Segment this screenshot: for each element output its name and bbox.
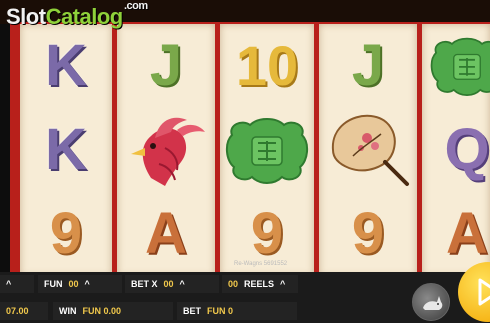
balance-cell: ^ <box>0 275 34 293</box>
fun-value: 00 <box>68 279 79 289</box>
bet-label: BET <box>183 306 201 316</box>
bet-value: FUN 0 <box>207 306 234 316</box>
rabbit-icon <box>423 296 443 310</box>
win-cell: WIN FUN 0.00 <box>53 302 173 320</box>
spin-button[interactable] <box>458 262 490 322</box>
fun-cell: FUN 00 ^ <box>38 275 122 293</box>
reels-value: 00 <box>228 279 239 289</box>
jade-medallion-icon <box>430 37 490 97</box>
jade-medallion-symbol <box>220 108 314 192</box>
win-label: WIN <box>59 306 77 316</box>
reel-symbol: Q <box>422 108 490 192</box>
reel-1: K K 9 <box>20 24 112 276</box>
symbol-ten: 10 <box>235 34 299 97</box>
bet-x-value: 00 <box>163 279 174 289</box>
symbol-j: J <box>149 33 183 98</box>
reels-cell: 00 REELS ^ <box>222 275 298 293</box>
bet-cell: BET FUN 0 <box>177 302 297 320</box>
phoenix-symbol <box>117 108 215 192</box>
bet-x-up-arrow[interactable]: ^ <box>180 279 185 289</box>
fun-up-arrow[interactable]: ^ <box>85 279 90 289</box>
reel-2: J A <box>117 24 215 276</box>
reel-symbol: A <box>117 192 215 276</box>
reel-symbol: 10 <box>220 24 314 108</box>
balance-up-arrow[interactable]: ^ <box>6 279 11 289</box>
slot-game-screen: SlotCatalog .com K K 9 J A 10 9 J 9 Q A … <box>0 0 490 323</box>
jade-medallion-icon <box>226 118 308 184</box>
autoplay-button[interactable] <box>412 283 450 321</box>
symbol-a: A <box>145 201 187 266</box>
play-icon <box>478 278 490 306</box>
slotcatalog-logo: SlotCatalog .com <box>6 0 148 30</box>
reels-up-arrow[interactable]: ^ <box>280 279 285 289</box>
symbol-nine: 9 <box>351 201 385 266</box>
reel-symbol: K <box>20 108 112 192</box>
symbol-nine: 9 <box>49 201 83 266</box>
symbol-nine: 9 <box>250 201 284 266</box>
bet-x-cell: BET X 00 ^ <box>125 275 219 293</box>
fan-icon <box>331 114 409 186</box>
reel-symbol: 9 <box>319 192 417 276</box>
win-value: FUN 0.00 <box>82 306 122 316</box>
reel-symbol: K <box>20 24 112 108</box>
logo-com-text: .com <box>124 0 148 12</box>
symbol-k: K <box>45 33 87 98</box>
balance-readout: 07.00 <box>0 302 48 320</box>
symbol-a: A <box>446 201 488 266</box>
reel-symbol: 9 <box>20 192 112 276</box>
reel-symbol: J <box>117 24 215 108</box>
reel-4: J 9 <box>319 24 417 276</box>
symbol-j: J <box>351 33 385 98</box>
fun-label: FUN <box>44 279 63 289</box>
symbol-k: K <box>45 117 87 182</box>
phoenix-icon <box>131 117 205 186</box>
reel-5: Q A <box>422 24 490 276</box>
symbol-q: Q <box>444 117 490 182</box>
logo-slot-text: Slot <box>6 4 46 29</box>
balance-value: 07.00 <box>6 306 29 316</box>
reel-symbol: J <box>319 24 417 108</box>
fan-symbol <box>319 108 417 192</box>
bet-x-label: BET X <box>131 279 158 289</box>
reels-label: REELS <box>244 279 275 289</box>
game-id-text: Re-Wagns 5691552 <box>234 261 288 267</box>
reel-3: 10 9 <box>220 24 314 276</box>
jade-medallion-symbol <box>422 24 490 108</box>
logo-catalog-text: Catalog <box>45 4 124 29</box>
